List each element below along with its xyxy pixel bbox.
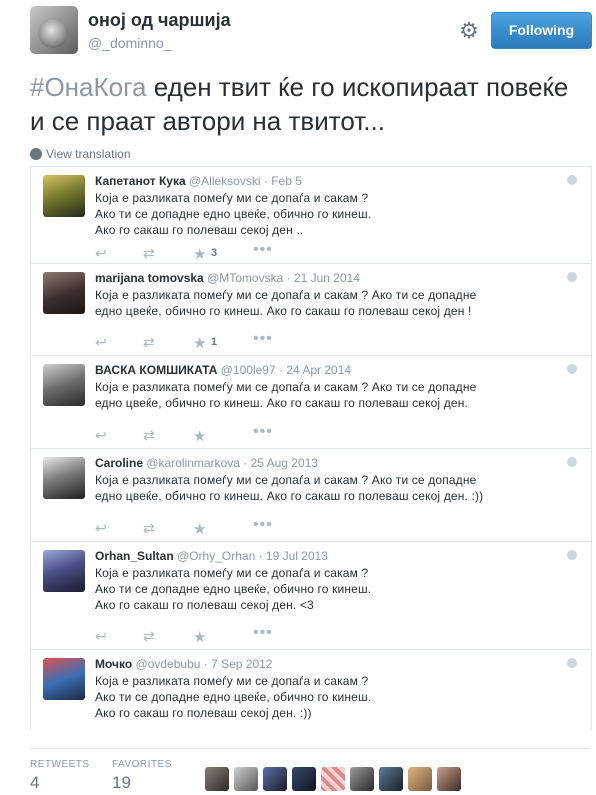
globe-icon bbox=[567, 658, 577, 668]
following-button[interactable]: Following bbox=[491, 12, 592, 49]
reply-item[interactable]: Капетанот Кука @Alleksovski · Feb 5 Која… bbox=[31, 167, 591, 264]
avatar[interactable] bbox=[437, 767, 461, 791]
globe-icon bbox=[30, 148, 42, 160]
reply-author-handle[interactable]: @karolinmarkova bbox=[146, 456, 240, 470]
reply-author-name[interactable]: Caroline bbox=[95, 456, 143, 470]
favorites-count: 19 bbox=[112, 773, 131, 792]
author-avatar[interactable] bbox=[30, 6, 78, 54]
more-icon[interactable]: ••• bbox=[253, 624, 273, 642]
star-icon[interactable]: ★ bbox=[193, 427, 206, 445]
replies-list: Капетанот Кука @Alleksovski · Feb 5 Која… bbox=[30, 166, 592, 730]
favorite-count: 3 bbox=[211, 247, 218, 259]
more-icon[interactable]: ••• bbox=[253, 241, 273, 259]
retweet-icon[interactable]: ⇄ bbox=[143, 427, 155, 444]
tweet-stats: RETWEETS 4 FAVORITES 19 bbox=[30, 748, 590, 795]
more-icon[interactable]: ••• bbox=[253, 423, 273, 441]
view-translation-link[interactable]: View translation bbox=[30, 147, 131, 161]
globe-icon bbox=[567, 457, 577, 467]
reply-item[interactable]: Caroline @karolinmarkova · 25 Aug 2013 К… bbox=[31, 449, 591, 542]
avatar[interactable] bbox=[350, 767, 374, 791]
reply-header: Капетанот Кука @Alleksovski · Feb 5 bbox=[95, 174, 302, 188]
retweets-stat[interactable]: RETWEETS 4 bbox=[30, 759, 90, 793]
reply-author-handle[interactable]: @ovdebubu bbox=[136, 657, 201, 671]
favorites-label: FAVORITES bbox=[112, 759, 172, 770]
reply-author-name[interactable]: ВАСКА КОМШИКАТА bbox=[95, 363, 217, 377]
retweet-icon[interactable]: ⇄ bbox=[143, 628, 155, 645]
globe-icon bbox=[567, 175, 577, 185]
reply-header: marijana tomovska @MTomovska · 21 Jun 20… bbox=[95, 271, 360, 285]
reply-item[interactable]: marijana tomovska @MTomovska · 21 Jun 20… bbox=[31, 264, 591, 356]
reply-item[interactable]: ВАСКА КОМШИКАТА @100le97 · 24 Apr 2014 К… bbox=[31, 356, 591, 449]
star-icon[interactable]: ★ bbox=[193, 245, 206, 263]
reply-header: Мочко @ovdebubu · 7 Sep 2012 bbox=[95, 657, 272, 671]
reply-author-name[interactable]: marijana tomovska bbox=[95, 271, 204, 285]
reply-author-name[interactable]: Капетанот Кука bbox=[95, 174, 186, 188]
reply-date[interactable]: · 25 Aug 2013 bbox=[243, 456, 318, 470]
avatar[interactable] bbox=[205, 767, 229, 791]
gear-icon[interactable]: ⚙ bbox=[458, 20, 480, 42]
globe-icon bbox=[567, 550, 577, 560]
star-icon[interactable]: ★ bbox=[193, 520, 206, 538]
reply-item[interactable]: Orhan_Sultan @Orhy_Orhan · 19 Jul 2013 К… bbox=[31, 542, 591, 650]
tweet-text: #ОнаКога еден твит ќе го ископираат пове… bbox=[30, 70, 575, 138]
reply-author-name[interactable]: Мочко bbox=[95, 657, 132, 671]
globe-icon bbox=[567, 272, 577, 282]
avatar[interactable] bbox=[43, 175, 85, 217]
favorite-count: 1 bbox=[211, 336, 218, 348]
star-icon[interactable]: ★ bbox=[193, 628, 206, 646]
reply-date[interactable]: · 7 Sep 2012 bbox=[204, 657, 273, 671]
reply-date[interactable]: · 21 Jun 2014 bbox=[287, 271, 360, 285]
retweets-count: 4 bbox=[30, 773, 40, 792]
favorites-stat[interactable]: FAVORITES 19 bbox=[112, 759, 172, 793]
avatar[interactable] bbox=[43, 550, 85, 592]
star-icon[interactable]: ★ bbox=[193, 334, 206, 352]
avatar[interactable] bbox=[408, 767, 432, 791]
reply-text: Која е разликата помеѓу ми се допаѓа и с… bbox=[95, 674, 372, 720]
reply-header: Orhan_Sultan @Orhy_Orhan · 19 Jul 2013 bbox=[95, 549, 328, 563]
avatar[interactable] bbox=[43, 272, 85, 314]
reply-icon[interactable]: ↩ bbox=[95, 334, 107, 351]
reply-author-handle[interactable]: @Alleksovski bbox=[189, 174, 261, 188]
reply-icon[interactable]: ↩ bbox=[95, 520, 107, 537]
reply-date[interactable]: · Feb 5 bbox=[264, 174, 302, 188]
reply-author-handle[interactable]: @100le97 bbox=[221, 363, 276, 377]
globe-icon bbox=[567, 364, 577, 374]
avatar[interactable] bbox=[379, 767, 403, 791]
view-translation-label: View translation bbox=[46, 147, 131, 161]
retweets-label: RETWEETS bbox=[30, 759, 90, 770]
reply-icon[interactable]: ↩ bbox=[95, 245, 107, 262]
avatar[interactable] bbox=[43, 457, 85, 499]
retweet-icon[interactable]: ⇄ bbox=[143, 245, 155, 262]
more-icon[interactable]: ••• bbox=[253, 516, 273, 534]
avatar[interactable] bbox=[292, 767, 316, 791]
avatar[interactable] bbox=[234, 767, 258, 791]
more-icon[interactable]: ••• bbox=[253, 330, 273, 348]
reply-text: Која е разликата помеѓу ми се допаѓа и с… bbox=[95, 380, 477, 410]
reply-author-handle[interactable]: @Orhy_Orhan bbox=[177, 549, 255, 563]
reply-header: ВАСКА КОМШИКАТА @100le97 · 24 Apr 2014 bbox=[95, 363, 351, 377]
author-handle[interactable]: @_dominno_ bbox=[88, 35, 172, 51]
tweet-header: оној од чаршија @_dominno_ ⚙ Following bbox=[30, 6, 592, 58]
reply-header: Caroline @karolinmarkova · 25 Aug 2013 bbox=[95, 456, 318, 470]
reply-date[interactable]: · 19 Jul 2013 bbox=[259, 549, 328, 563]
retweet-icon[interactable]: ⇄ bbox=[143, 520, 155, 537]
reply-author-name[interactable]: Orhan_Sultan bbox=[95, 549, 174, 563]
avatar[interactable] bbox=[263, 767, 287, 791]
reply-icon[interactable]: ↩ bbox=[95, 628, 107, 645]
reply-text: Која е разликата помеѓу ми се допаѓа и с… bbox=[95, 566, 372, 612]
avatar[interactable] bbox=[43, 658, 85, 700]
reply-icon[interactable]: ↩ bbox=[95, 427, 107, 444]
reply-item[interactable]: Мочко @ovdebubu · 7 Sep 2012 Која е разл… bbox=[31, 650, 591, 730]
author-name[interactable]: оној од чаршија bbox=[88, 10, 231, 31]
retweet-icon[interactable]: ⇄ bbox=[143, 334, 155, 351]
reply-text: Која е разликата помеѓу ми се допаѓа и с… bbox=[95, 191, 372, 237]
reply-text: Која е разликата помеѓу ми се допаѓа и с… bbox=[95, 473, 484, 503]
avatar[interactable] bbox=[43, 364, 85, 406]
reply-author-handle[interactable]: @MTomovska bbox=[207, 271, 283, 285]
reply-date[interactable]: · 24 Apr 2014 bbox=[279, 363, 351, 377]
reply-text: Која е разликата помеѓу ми се допаѓа и с… bbox=[95, 288, 477, 318]
avatar[interactable] bbox=[321, 767, 345, 791]
hashtag-link[interactable]: #ОнаКога bbox=[30, 72, 146, 102]
